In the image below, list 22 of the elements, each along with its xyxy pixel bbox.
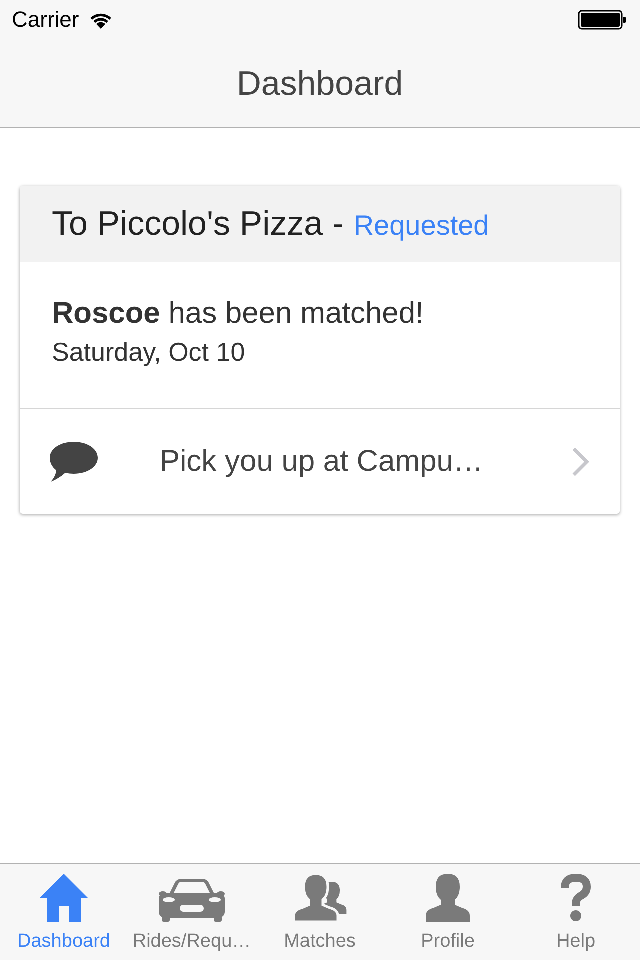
destination-title: To Piccolo's Pizza - xyxy=(52,207,344,241)
tab-bar-item[interactable]: Rides/Requ… xyxy=(128,864,256,960)
wifi-icon xyxy=(89,11,114,29)
speech-bubble-icon xyxy=(50,442,98,482)
message-row[interactable]: Pick you up at Campu… xyxy=(20,409,620,514)
tab-bar-item[interactable]: Profile xyxy=(384,864,512,960)
ride-date: Saturday, Oct 10 xyxy=(52,336,246,368)
home-icon xyxy=(40,874,88,922)
person-icon xyxy=(424,874,472,922)
match-message: Roscoe has been matched! xyxy=(52,296,425,332)
battery-icon xyxy=(578,10,626,30)
tab-bar-item[interactable]: Dashboard xyxy=(0,864,128,960)
screen-title: Dashboard xyxy=(236,66,404,100)
tab-bar-item[interactable]: Matches xyxy=(256,864,384,960)
status-label: Requested xyxy=(354,212,490,240)
message-preview: Pick you up at Campu… xyxy=(160,444,484,480)
two-people-icon xyxy=(292,874,348,922)
car-icon xyxy=(159,878,225,922)
question-mark-icon xyxy=(560,874,592,922)
tab-bar-item[interactable]: Help xyxy=(512,864,640,960)
chevron-right-icon xyxy=(572,446,590,476)
carrier-label: Carrier xyxy=(12,9,80,31)
